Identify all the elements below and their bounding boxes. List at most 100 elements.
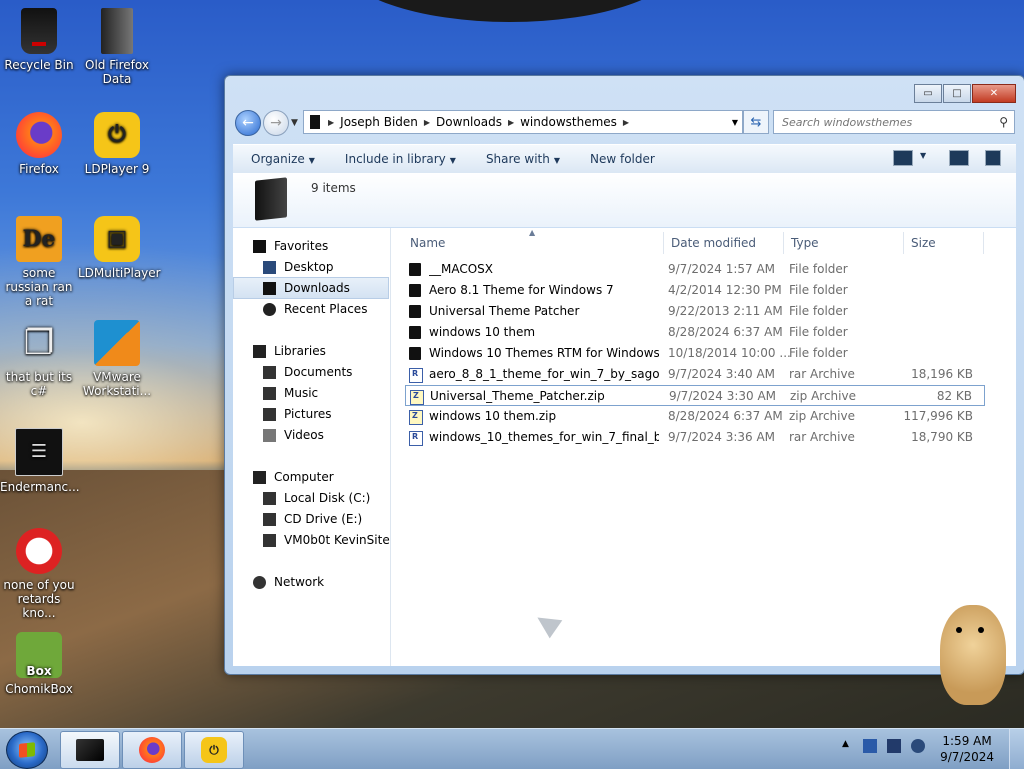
nav-computer[interactable]: Computer — [253, 467, 334, 487]
nav-recent-places[interactable]: Recent Places — [263, 299, 367, 319]
column-header-size[interactable]: Size — [911, 236, 936, 250]
file-row[interactable]: windows_10_themes_for_win_7_final_by_...… — [405, 427, 985, 448]
address-bar[interactable]: ▶ Joseph Biden ▶ Downloads ▶ windowsthem… — [303, 110, 743, 134]
organize-button[interactable]: Organize ▼ — [251, 152, 315, 166]
search-input[interactable] — [780, 114, 994, 130]
nav-libraries[interactable]: Libraries — [253, 341, 326, 361]
start-button[interactable] — [6, 731, 48, 769]
desktop-icon-endermanch[interactable]: ☰ Endermanc... — [0, 424, 80, 494]
file-row[interactable]: windows 10 them.zip 8/28/2024 6:37 AM zi… — [405, 406, 985, 427]
refresh-button[interactable]: ⇆ — [743, 110, 769, 134]
file-type: File folder — [789, 346, 848, 360]
nav-favorites[interactable]: Favorites — [253, 236, 328, 256]
include-in-library-button[interactable]: Include in library ▼ — [345, 152, 456, 166]
nav-local-disk[interactable]: Local Disk (C:) — [263, 488, 370, 508]
new-folder-button[interactable]: New folder — [590, 152, 655, 166]
nav-label: Music — [284, 386, 319, 400]
taskbar-firefox-button[interactable] — [122, 731, 182, 769]
taskbar-ldplayer-button[interactable]: ⏻ — [184, 731, 244, 769]
desktop-icon-firefox[interactable]: Firefox — [0, 108, 78, 176]
breadcrumb-separator-icon[interactable]: ▶ — [424, 118, 430, 127]
folder-icon — [409, 284, 421, 297]
file-row[interactable]: windows 10 them 8/28/2024 6:37 AM File f… — [405, 322, 985, 343]
file-type: File folder — [789, 325, 848, 339]
file-row[interactable]: aero_8_8_1_theme_for_win_7_by_sagorpir..… — [405, 364, 985, 385]
network-icon[interactable] — [886, 739, 901, 753]
show-hidden-icons-button[interactable]: ▲ — [842, 739, 849, 753]
file-size: 82 KB — [936, 389, 972, 403]
breadcrumb-joseph-biden[interactable]: Joseph Biden — [340, 115, 418, 129]
maximize-button[interactable]: □ — [943, 84, 971, 103]
clock[interactable]: 1:59 AM 9/7/2024 — [940, 733, 994, 765]
top-gadget — [340, 0, 680, 22]
column-divider[interactable] — [983, 232, 984, 254]
computer-icon — [253, 470, 266, 484]
breadcrumb-downloads[interactable]: Downloads — [436, 115, 502, 129]
volume-icon[interactable] — [910, 739, 925, 753]
nav-network-share[interactable]: VM0b0t KevinSite — [263, 530, 390, 550]
de-app-icon: De — [16, 216, 62, 262]
close-button[interactable]: ✕ — [972, 84, 1016, 103]
rar-archive-icon — [409, 368, 423, 383]
column-divider[interactable] — [903, 232, 904, 254]
chomikbox-icon: Box — [16, 632, 62, 678]
nav-videos[interactable]: Videos — [263, 425, 324, 445]
taskbar-explorer-button[interactable] — [60, 731, 120, 769]
file-row[interactable]: Universal Theme Patcher 9/22/2013 2:11 A… — [405, 301, 985, 322]
column-divider[interactable] — [663, 232, 664, 254]
column-header-type[interactable]: Type — [791, 236, 819, 250]
cd-drive-icon — [263, 512, 276, 526]
chomikbox-logo-text: Box — [26, 664, 52, 678]
nav-pictures[interactable]: Pictures — [263, 404, 332, 424]
column-header-name[interactable]: Name — [410, 236, 445, 250]
nav-network[interactable]: Network — [253, 572, 324, 592]
nav-label: Computer — [274, 470, 334, 484]
file-row[interactable]: Universal_Theme_Patcher.zip 9/7/2024 3:3… — [405, 385, 985, 406]
address-dropdown-icon[interactable]: ▼ — [732, 118, 738, 127]
navigation-bar: ← → ▼ ▶ Joseph Biden ▶ Downloads ▶ windo… — [233, 108, 1016, 136]
file-row[interactable]: Windows 10 Themes RTM for Windows 7 10/1… — [405, 343, 985, 364]
change-view-icon[interactable] — [893, 150, 913, 166]
nav-downloads[interactable]: Downloads — [263, 278, 350, 298]
back-button[interactable]: ← — [235, 110, 261, 136]
download-folder-icon — [263, 281, 276, 295]
file-row[interactable]: __MACOSX 9/7/2024 1:57 AM File folder — [405, 259, 985, 280]
desktop-icon-that-but-its-csharp[interactable]: ❐ that but its c# — [0, 316, 78, 398]
breadcrumb-separator-icon[interactable]: ▶ — [623, 118, 629, 127]
desktop-icon-old-firefox-data[interactable]: Old Firefox Data — [78, 4, 156, 86]
column-header-date[interactable]: Date modified — [671, 236, 756, 250]
nav-desktop[interactable]: Desktop — [263, 257, 334, 277]
file-type: File folder — [789, 262, 848, 276]
preview-pane-icon[interactable] — [949, 150, 969, 166]
star-icon — [253, 239, 266, 253]
desktop-icon-none-of-you[interactable]: none of you retards kno... — [0, 524, 78, 620]
nav-music[interactable]: Music — [263, 383, 318, 403]
shield-icon[interactable] — [862, 739, 877, 753]
breadcrumb-separator-icon[interactable]: ▶ — [508, 118, 514, 127]
breadcrumb-separator-icon[interactable]: ▶ — [328, 118, 334, 127]
red-creature-icon — [16, 528, 62, 574]
minimize-button[interactable]: ▭ — [914, 84, 942, 103]
folder-icon — [310, 115, 320, 129]
desktop-icon-vmware[interactable]: VMware Workstati... — [78, 316, 156, 398]
search-icon[interactable]: ⚲ — [999, 115, 1008, 129]
file-list: ▲ Name Date modified Type Size __MACOSX … — [391, 228, 1016, 666]
file-name: windows_10_themes_for_win_7_final_by_... — [429, 430, 659, 444]
nav-cd-drive[interactable]: CD Drive (E:) — [263, 509, 362, 529]
breadcrumb-windowsthemes[interactable]: windowsthemes — [520, 115, 617, 129]
view-options-dropdown[interactable]: ▼ — [920, 151, 926, 160]
desktop-icon-chomikbox[interactable]: Box ChomikBox — [0, 628, 78, 696]
file-row[interactable]: Aero 8.1 Theme for Windows 7 4/2/2014 12… — [405, 280, 985, 301]
desktop-icon-ldplayer9[interactable]: ⏻ LDPlayer 9 — [78, 108, 156, 176]
desktop-icon-russian-rat[interactable]: De some russian ran a rat — [0, 212, 78, 308]
column-divider[interactable] — [783, 232, 784, 254]
desktop-icon-ldmultiplayer[interactable]: ▣ LDMultiPlayer — [78, 212, 161, 280]
nav-documents[interactable]: Documents — [263, 362, 352, 382]
desktop-icon-recycle-bin[interactable]: Recycle Bin — [0, 4, 78, 72]
recent-pages-dropdown[interactable]: ▼ — [291, 118, 298, 128]
recycle-bin-icon — [21, 8, 57, 54]
help-icon[interactable] — [985, 150, 1001, 166]
share-with-button[interactable]: Share with ▼ — [486, 152, 560, 166]
forward-button[interactable]: → — [263, 110, 289, 136]
show-desktop-button[interactable] — [1009, 729, 1024, 769]
